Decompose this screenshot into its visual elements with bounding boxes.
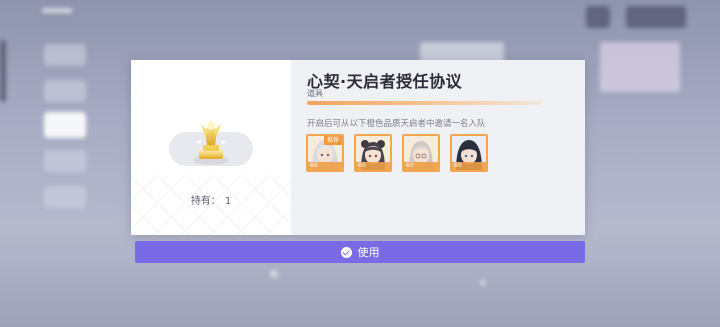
recommended-badge: 推荐 [323, 136, 342, 145]
use-button[interactable]: 使用 [135, 241, 585, 263]
character-level: 60 [452, 162, 486, 170]
background-nav-tab [44, 80, 86, 102]
hold-label: 持有： [190, 196, 221, 207]
character-level: 60 [308, 162, 342, 170]
background-nav-tab [44, 186, 86, 208]
background-sparkle [480, 280, 486, 286]
character-portrait[interactable]: 60 [354, 134, 392, 172]
background-nav-tab-active [44, 112, 86, 138]
background-sparkle [270, 270, 278, 278]
item-category: 道具 [307, 89, 323, 98]
quality-bar [307, 101, 542, 105]
background-side-handle [0, 40, 6, 102]
item-info-panel: 心契·天启者授任协议 道具 开启后可从以下橙色品质天启者中邀请一名入队 推荐 6… [291, 60, 585, 235]
use-button-label: 使用 [357, 246, 380, 259]
checkmark-icon [340, 246, 352, 258]
background-nav-tab [44, 44, 86, 66]
background-top-button [586, 6, 610, 28]
hold-count: 1 [224, 196, 232, 207]
character-portrait[interactable]: 60 [402, 134, 440, 172]
item-detail-dialog: 持有： 1 心契·天启者授任协议 道具 开启后可从以下橙色品质天启者中邀请一名入队… [131, 60, 585, 235]
character-level: 60 [356, 162, 390, 170]
background-nav-tab [44, 150, 86, 172]
item-title: 心契·天启者授任协议 [307, 72, 463, 91]
item-description: 开启后可从以下橙色品质天启者中邀请一名入队 [307, 119, 486, 129]
golden-trophy-icon [181, 112, 241, 172]
hold-count-row: 持有： 1 [131, 192, 291, 207]
background-status [42, 8, 72, 13]
character-portrait[interactable]: 推荐 60 [306, 134, 344, 172]
item-preview-panel: 持有： 1 [131, 60, 291, 235]
background-top-button [626, 6, 686, 28]
character-level: 60 [404, 162, 438, 170]
background-card [600, 42, 680, 92]
character-portrait[interactable]: 60 [450, 134, 488, 172]
